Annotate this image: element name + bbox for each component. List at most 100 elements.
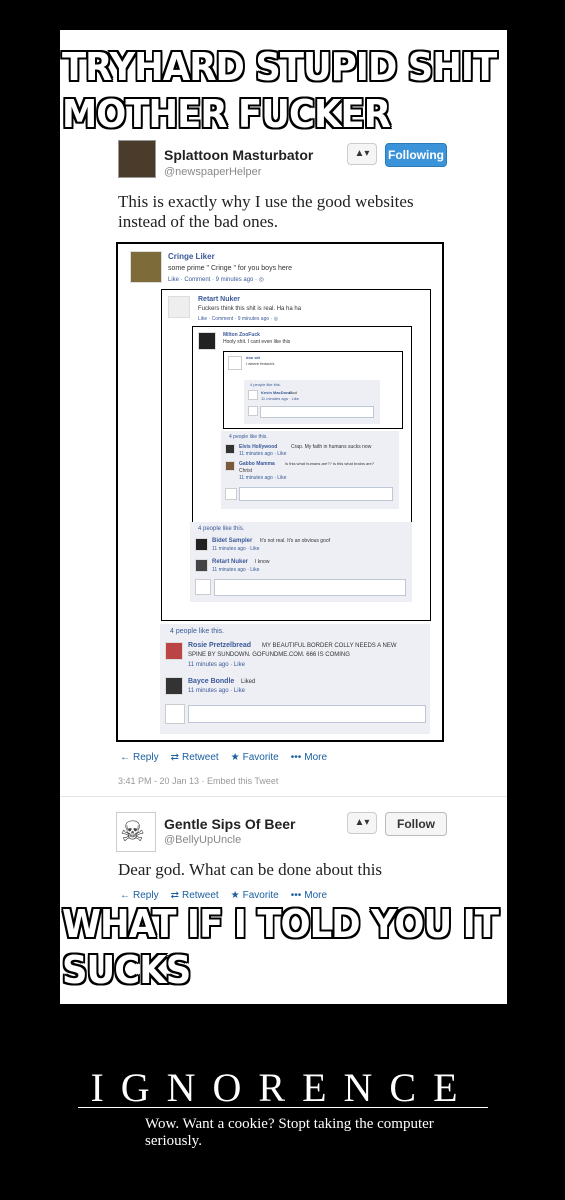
doo-wit-replies: 4 people like this. Kevin MacDonal Cool …: [244, 380, 380, 424]
cringe-liker-avatar: [130, 251, 162, 283]
tweet1-text-line2: instead of the bad ones.: [118, 212, 279, 231]
milton-likes: 4 people like this.: [229, 434, 268, 440]
elvis-meta: 11 minutes ago · Like: [239, 451, 287, 457]
bottom-caption-line2: SUCKS: [62, 948, 191, 992]
milton-replies: 4 people like this. Elvis Hollywood Crap…: [221, 431, 399, 509]
kevin-name: Kevin MacDonal: [261, 390, 292, 395]
retart-nuker-avatar: [168, 296, 190, 318]
elvis-avatar: [225, 444, 235, 454]
tweet2-handle[interactable]: @BellyUpUncle: [164, 834, 241, 846]
embedded-image: Cringe Liker some prime " Cringe " for y…: [116, 242, 444, 742]
cringe-comment-input[interactable]: [188, 705, 426, 723]
rosie-meta: 11 minutes ago · Like: [188, 662, 245, 668]
cringe-liker-meta: Like · Comment · 9 minutes ago · ◎: [168, 277, 264, 283]
elvis-name: Elvis Hollywood: [239, 444, 278, 450]
more-action-2[interactable]: ••• More: [291, 890, 327, 901]
retweet-icon: ⇄: [170, 890, 179, 901]
bidet-text: It's not real. It's an obvious goof: [260, 538, 331, 544]
following-button[interactable]: Following: [385, 143, 447, 167]
elvis-text: Crap. My faith in humans sucks now: [291, 444, 372, 450]
gabbo-meta: 11 minutes ago · Like: [239, 475, 287, 481]
cringe-liker-name: Cringe Liker: [168, 252, 215, 261]
doo-wit-name: doo wit: [246, 355, 260, 360]
top-caption-line1: TRYHARD STUPID SHIT: [62, 45, 497, 89]
bayce-avatar: [165, 677, 183, 695]
more-icon: •••: [290, 890, 302, 901]
user-actions-button[interactable]: ▲▾: [347, 143, 377, 165]
tweet1-name[interactable]: Splattoon Masturbator: [164, 147, 313, 163]
milton-reply-avatar: [225, 488, 237, 500]
retart-likes: 4 people like this.: [198, 526, 245, 532]
nested-box-2: Retart Nuker Fuckers think this shit is …: [161, 289, 431, 621]
tweet2-actions: ← Reply ⇄ Retweet ★ Favorite ••• More: [120, 890, 327, 901]
doo-wit-reply-input[interactable]: [260, 406, 374, 418]
bottom-caption-line1: WHAT IF I TOLD YOU IT: [62, 902, 499, 946]
retweet-action[interactable]: ⇄ Retweet: [171, 752, 219, 763]
kevin-meta: 11 minutes ago · Like: [261, 396, 299, 401]
top-caption-line2: MOTHER FUCKER: [62, 92, 391, 136]
tweet2-avatar[interactable]: ☠: [116, 812, 156, 852]
more-icon: •••: [290, 752, 302, 763]
retart-reply-avatar: [195, 559, 208, 572]
poster-rule: [78, 1107, 488, 1108]
retart-nuker-meta: Like · Comment · 9 minutes ago · ◎: [198, 316, 278, 322]
favorite-action-2[interactable]: ★ Favorite: [231, 890, 279, 901]
milton-name: Milton ZooFuck: [223, 332, 260, 338]
tweet1-actions: ← Reply ⇄ Retweet ★ Favorite ••• More: [120, 752, 327, 763]
nested-box-4: doo wit I where fedora's 4 people like t…: [223, 351, 403, 429]
gabbo-name: Gabbo Mamma: [239, 461, 275, 467]
retweet-icon: ⇄: [170, 752, 179, 763]
kevin-avatar: [248, 390, 258, 400]
tweet2-name[interactable]: Gentle Sips Of Beer: [164, 816, 295, 832]
doo-wit-reply-avatar: [248, 406, 258, 416]
retweet-action-2[interactable]: ⇄ Retweet: [171, 890, 219, 901]
retart-nuker-text: Fuckers think this shit is real. Ha ha h…: [198, 306, 302, 312]
favorite-action[interactable]: ★ Favorite: [231, 752, 279, 763]
bayce-name: Bayce Bondle: [188, 678, 235, 685]
retart-nuker-name: Retart Nuker: [198, 296, 241, 303]
skull-icon: ☠: [120, 816, 146, 847]
follow-button[interactable]: Follow: [385, 812, 447, 836]
tweet1-avatar[interactable]: [118, 140, 156, 178]
tweet1-text-line1: This is exactly why I use the good websi…: [118, 192, 414, 211]
cringe-replies: 4 people like this. Rosie Pretzelbread M…: [160, 624, 430, 734]
reply-action-2[interactable]: ← Reply: [120, 890, 159, 901]
gabbo-text: Is this what humans are?? Is this what b…: [285, 461, 374, 466]
tweet1-timestamp[interactable]: 3:41 PM - 20 Jan 13 · Embed this Tweet: [118, 776, 278, 786]
milton-reply-input[interactable]: [239, 487, 393, 501]
milton-text: Hooly shit. I cant even like this: [223, 339, 291, 345]
bayce-text: Liked: [241, 679, 256, 685]
retart-comment-avatar: [195, 579, 211, 595]
retart-comment-input[interactable]: [214, 579, 406, 596]
cringe-likes: 4 people like this.: [170, 628, 225, 635]
doo-wit-avatar: [228, 356, 242, 370]
rosie-avatar: [165, 642, 183, 660]
tweet1-handle[interactable]: @newspaperHelper: [164, 166, 261, 178]
cringe-liker-text: some prime " Cringe " for you boys here: [168, 265, 293, 272]
rosie-text: MY BEAUTIFUL BORDER COLLY NEEDS A NEW: [262, 643, 397, 649]
bayce-meta: 11 minutes ago · Like: [188, 688, 245, 694]
user-actions-button-2[interactable]: ▲▾: [347, 812, 377, 834]
reply-icon: ←: [120, 752, 130, 763]
retart-replies: 4 people like this. Bidet Sampler It's n…: [190, 522, 412, 602]
reply-icon: ←: [120, 890, 130, 901]
gabbo-avatar: [225, 461, 235, 471]
retart-reply-text: I know: [255, 559, 270, 565]
kevin-text: Cool: [289, 390, 298, 395]
poster-title: IGNORENCE: [90, 1065, 475, 1110]
retart-reply-meta: 11 minutes ago · Like: [212, 567, 260, 573]
tweet-divider: [60, 796, 507, 797]
rosie-name: Rosie Pretzelbread: [188, 642, 252, 649]
tweet2-text: Dear god. What can be done about this: [118, 860, 383, 879]
doo-wit-likes: 4 people like this.: [250, 382, 281, 387]
milton-avatar: [198, 332, 216, 350]
rosie-text-2: SPINE BY SUNDOWN. GOFUNDME.COM. 666 IS C…: [188, 652, 350, 658]
retart-reply-name: Retart Nuker: [212, 559, 249, 565]
more-action[interactable]: ••• More: [291, 752, 327, 763]
bidet-name: Bidet Sampler: [212, 538, 253, 544]
bidet-avatar: [195, 538, 208, 551]
poster-subtitle: Wow. Want a cookie? Stopt taking the com…: [145, 1116, 434, 1149]
star-icon: ★: [230, 752, 240, 763]
reply-action[interactable]: ← Reply: [120, 752, 159, 763]
cringe-comment-avatar: [165, 704, 185, 724]
